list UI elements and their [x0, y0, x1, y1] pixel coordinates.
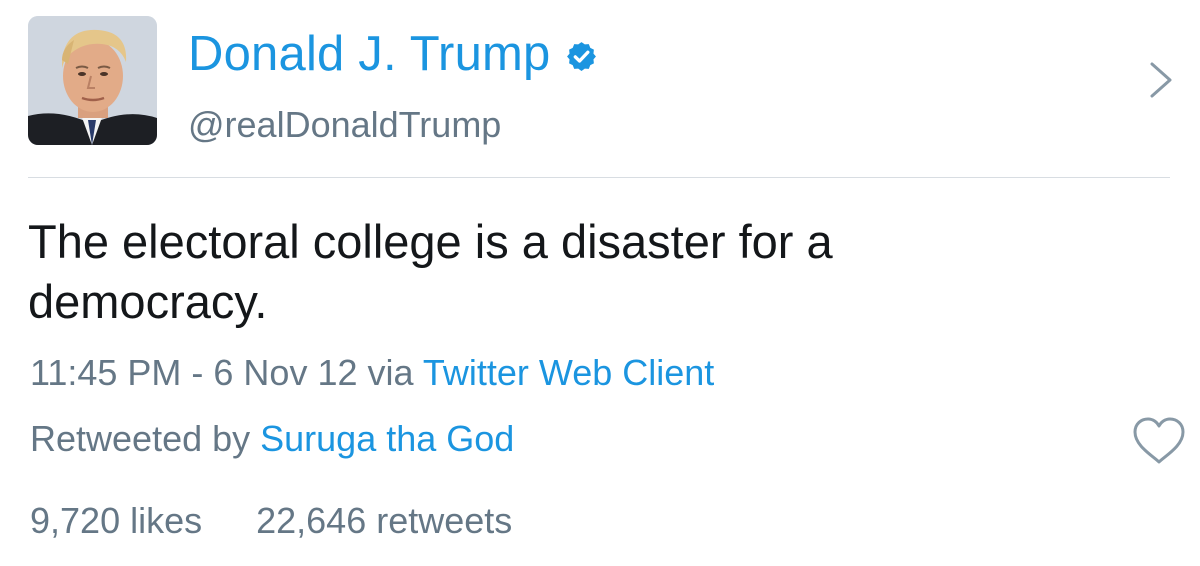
tweet-meta: 11:45 PM - 6 Nov 12 via Twitter Web Clie… [30, 352, 714, 394]
avatar-photo [28, 16, 157, 145]
tweet-timestamp[interactable]: 11:45 PM - 6 Nov 12 via [30, 352, 423, 393]
likes-count[interactable]: 9,720 likes [30, 500, 202, 541]
verified-badge-icon [566, 41, 596, 71]
tweet-stats: 9,720 likes 22,646 retweets [30, 500, 512, 542]
tweet-author-header[interactable]: Donald J. Trump @realDonaldTrump [28, 16, 1178, 166]
chevron-right-icon[interactable] [1146, 60, 1176, 100]
retweets-count[interactable]: 22,646 retweets [256, 500, 512, 541]
tweet-text-line: The electoral college is a disaster for … [28, 215, 833, 268]
user-handle[interactable]: @realDonaldTrump [188, 104, 501, 146]
name-row: Donald J. Trump [188, 26, 598, 82]
retweeted-by-label: Retweeted by [30, 418, 261, 459]
heart-outline-icon[interactable] [1131, 416, 1187, 466]
header-divider [28, 177, 1170, 178]
tweet-detail: Donald J. Trump @realDonaldTrump The ele… [0, 0, 1200, 566]
tweet-client-link[interactable]: Twitter Web Client [423, 352, 714, 393]
tweet-text: The electoral college is a disaster for … [28, 212, 1148, 332]
display-name[interactable]: Donald J. Trump [188, 26, 551, 82]
retweeter-link[interactable]: Suruga tha God [260, 418, 514, 459]
tweet-text-line: democracy. [28, 275, 268, 328]
avatar[interactable] [28, 16, 157, 145]
retweeted-by: Retweeted by Suruga tha God [30, 418, 514, 460]
